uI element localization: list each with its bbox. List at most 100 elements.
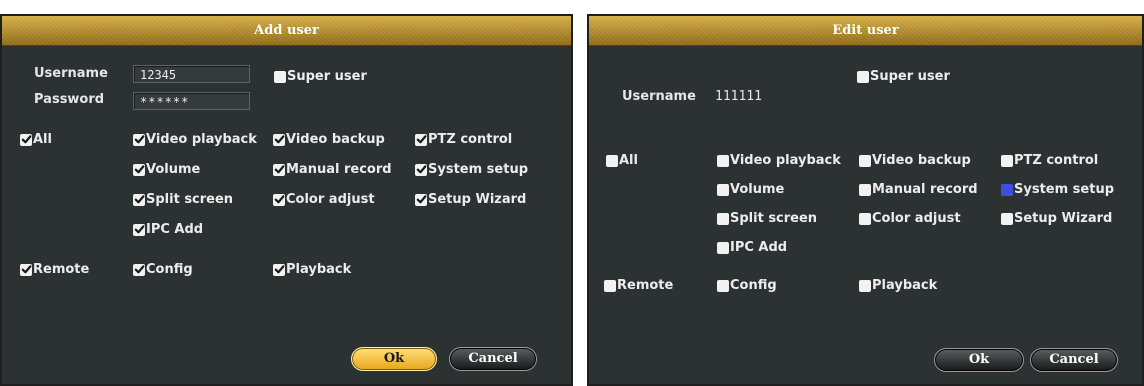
checkbox-label: Playback	[286, 262, 352, 277]
checkbox-icon	[274, 70, 286, 83]
checkmark-icon	[133, 133, 145, 146]
dialog-title: Edit user	[589, 16, 1142, 46]
color-adjust-checkbox[interactable]: Color adjust	[273, 192, 375, 207]
manual-record-checkbox[interactable]: Manual record	[859, 182, 978, 197]
checkbox-icon	[1001, 183, 1013, 196]
cancel-button[interactable]: Cancel	[1030, 348, 1118, 372]
checkbox-icon	[717, 279, 729, 292]
checkbox-icon	[606, 154, 618, 167]
checkbox-icon	[717, 212, 729, 225]
checkbox-label: PTZ control	[1014, 153, 1099, 168]
ok-button[interactable]: Ok	[351, 347, 437, 371]
checkbox-label: Volume	[146, 162, 201, 177]
checkbox-label: System setup	[428, 162, 529, 177]
playback-checkbox[interactable]: Playback	[859, 278, 937, 293]
ptz-control-checkbox[interactable]: PTZ control	[415, 132, 512, 147]
checkbox-icon	[1001, 212, 1013, 225]
checkbox-label: IPC Add	[146, 222, 204, 237]
checkbox-icon	[859, 279, 871, 292]
password-label: Password	[34, 92, 105, 107]
checkbox-icon	[859, 212, 871, 225]
config-checkbox[interactable]: Config	[133, 262, 193, 277]
checkmark-icon	[273, 133, 285, 146]
setup-wizard-checkbox[interactable]: Setup Wizard	[415, 192, 526, 207]
checkbox-label: Split screen	[146, 192, 234, 207]
checkbox-label: Video playback	[730, 153, 841, 168]
all-checkbox[interactable]: All	[20, 132, 52, 147]
password-field[interactable]: ******	[133, 92, 250, 110]
config-checkbox[interactable]: Config	[717, 278, 777, 293]
setup-wizard-checkbox[interactable]: Setup Wizard	[1001, 211, 1112, 226]
super-user-checkbox[interactable]: Super user	[274, 69, 367, 84]
checkmark-icon	[415, 163, 427, 176]
checkbox-label: PTZ control	[428, 132, 513, 147]
checkbox-label: Color adjust	[286, 192, 375, 207]
volume-checkbox[interactable]: Volume	[717, 182, 784, 197]
all-checkbox[interactable]: All	[606, 153, 638, 168]
checkbox-label: Config	[146, 262, 193, 277]
checkbox-icon	[604, 279, 616, 292]
checkbox-label: Volume	[730, 182, 785, 197]
checkmark-icon	[133, 263, 145, 276]
checkmark-icon	[273, 193, 285, 206]
dialog-title: Add user	[2, 16, 571, 46]
username-field[interactable]: 12345	[133, 65, 250, 83]
checkbox-icon	[717, 241, 729, 254]
edit-user-dialog: Edit user Username 111111 Super user All…	[587, 14, 1144, 386]
checkbox-icon	[717, 183, 729, 196]
video-backup-checkbox[interactable]: Video backup	[273, 132, 385, 147]
video-playback-checkbox[interactable]: Video playback	[133, 132, 257, 147]
checkbox-label: Super user	[870, 69, 950, 84]
checkbox-label: Color adjust	[872, 211, 961, 226]
username-label: Username	[622, 89, 696, 104]
color-adjust-checkbox[interactable]: Color adjust	[859, 211, 961, 226]
checkmark-icon	[133, 163, 145, 176]
checkbox-label: Split screen	[730, 211, 818, 226]
add-user-dialog: Add user Username 12345 Password ****** …	[0, 14, 573, 386]
checkbox-icon	[857, 70, 869, 83]
checkbox-label: Remote	[617, 278, 674, 293]
checkbox-icon	[1001, 154, 1013, 167]
checkbox-label: Video backup	[872, 153, 971, 168]
volume-checkbox[interactable]: Volume	[133, 162, 200, 177]
split-screen-checkbox[interactable]: Split screen	[133, 192, 233, 207]
ptz-control-checkbox[interactable]: PTZ control	[1001, 153, 1098, 168]
ipc-add-checkbox[interactable]: IPC Add	[717, 240, 787, 255]
checkmark-icon	[273, 163, 285, 176]
cancel-button[interactable]: Cancel	[449, 347, 537, 371]
checkbox-label: Video playback	[146, 132, 257, 147]
remote-checkbox[interactable]: Remote	[20, 262, 89, 277]
remote-checkbox[interactable]: Remote	[604, 278, 673, 293]
checkbox-icon	[717, 154, 729, 167]
username-label: Username	[34, 66, 108, 81]
checkbox-icon	[859, 154, 871, 167]
checkbox-label: Config	[730, 278, 777, 293]
playback-checkbox[interactable]: Playback	[273, 262, 351, 277]
super-user-checkbox[interactable]: Super user	[857, 69, 950, 84]
checkmark-icon	[415, 193, 427, 206]
manual-record-checkbox[interactable]: Manual record	[273, 162, 392, 177]
checkbox-label: All	[33, 132, 52, 147]
video-backup-checkbox[interactable]: Video backup	[859, 153, 971, 168]
checkbox-label: Manual record	[286, 162, 392, 177]
checkbox-label: Remote	[33, 262, 90, 277]
username-value: 111111	[715, 89, 762, 104]
checkmark-icon	[133, 223, 145, 236]
system-setup-checkbox[interactable]: System setup	[415, 162, 528, 177]
split-screen-checkbox[interactable]: Split screen	[717, 211, 817, 226]
system-setup-checkbox[interactable]: System setup	[1001, 182, 1114, 197]
checkbox-label: Manual record	[872, 182, 978, 197]
ok-button[interactable]: Ok	[934, 348, 1024, 372]
checkbox-label: All	[619, 153, 638, 168]
checkbox-label: System setup	[1014, 182, 1115, 197]
ipc-add-checkbox[interactable]: IPC Add	[133, 222, 203, 237]
checkmark-icon	[415, 133, 427, 146]
checkmark-icon	[273, 263, 285, 276]
checkmark-icon	[133, 193, 145, 206]
video-playback-checkbox[interactable]: Video playback	[717, 153, 841, 168]
checkbox-icon	[859, 183, 871, 196]
checkmark-icon	[20, 133, 32, 146]
checkbox-label: Playback	[872, 278, 938, 293]
checkbox-label: Video backup	[286, 132, 385, 147]
checkbox-label: IPC Add	[730, 240, 788, 255]
